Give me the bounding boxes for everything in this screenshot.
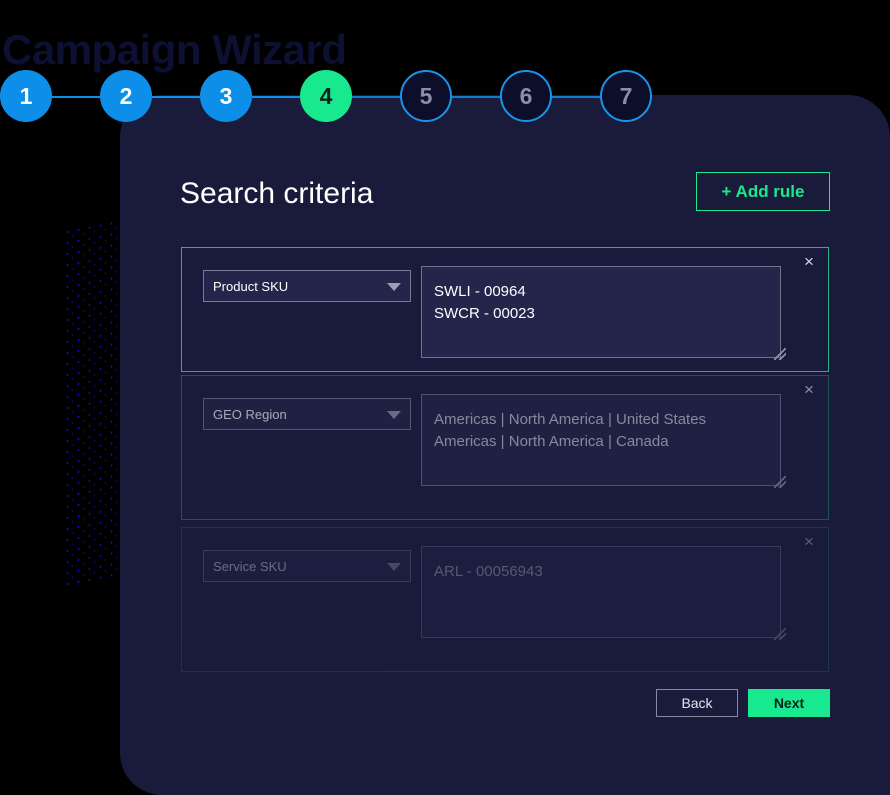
rule-field-select-label: Service SKU (213, 558, 287, 574)
rule-field-select[interactable]: Product SKU (203, 270, 411, 302)
stepper-connector (452, 96, 500, 98)
rule-row: Product SKU SWLI - 00964 SWCR - 00023 × (181, 247, 829, 372)
stepper-connector (252, 96, 300, 98)
remove-rule-button[interactable]: × (798, 531, 820, 553)
panel-header: Search criteria + Add rule (180, 172, 830, 228)
rule-row: GEO Region Americas | North America | Un… (181, 375, 829, 520)
stepper-step-2[interactable]: 2 (100, 70, 152, 122)
chevron-down-icon (387, 411, 401, 419)
back-button[interactable]: Back (656, 689, 738, 717)
remove-rule-button[interactable]: × (798, 379, 820, 401)
stepper-connector (152, 96, 200, 98)
stepper-step-1[interactable]: 1 (0, 70, 52, 122)
stepper-step-3[interactable]: 3 (200, 70, 252, 122)
chevron-down-icon (387, 283, 401, 291)
rule-field-select[interactable]: Service SKU (203, 550, 411, 582)
footer-actions: Back Next (640, 689, 830, 717)
rule-values-textarea[interactable]: ARL - 00056943 (421, 546, 781, 638)
rule-row: Service SKU ARL - 00056943 × (181, 527, 829, 672)
stepper-step-label: 4 (319, 82, 333, 109)
rule-field-select[interactable]: GEO Region (203, 398, 411, 430)
stepper-connector (352, 96, 400, 98)
rule-values-textarea[interactable]: SWLI - 00964 SWCR - 00023 (421, 266, 781, 358)
rule-values-textarea[interactable]: Americas | North America | United States… (421, 394, 781, 486)
stepper-connector (52, 96, 100, 98)
stepper-step-6[interactable]: 6 (500, 70, 552, 122)
stepper-step-5[interactable]: 5 (400, 70, 452, 122)
stepper-step-7[interactable]: 7 (600, 70, 652, 122)
stepper-step-label: 6 (519, 82, 533, 109)
stepper-step-label: 3 (219, 82, 233, 109)
section-title: Search criteria (180, 177, 374, 210)
stepper-step-label: 5 (419, 82, 433, 109)
chevron-down-icon (387, 563, 401, 571)
next-button[interactable]: Next (748, 689, 830, 717)
rule-field-select-label: Product SKU (213, 278, 289, 294)
add-rule-button[interactable]: + Add rule (696, 172, 830, 211)
stepper-step-label: 1 (19, 82, 33, 109)
stepper-step-4[interactable]: 4 (300, 70, 352, 122)
remove-rule-button[interactable]: × (798, 251, 820, 273)
page-title: Campaign Wizard (2, 26, 347, 74)
stepper-connector (552, 96, 600, 98)
wizard-stepper: 1 2 3 4 5 6 7 (0, 70, 890, 124)
stepper-step-label: 2 (119, 82, 133, 109)
rule-field-select-label: GEO Region (213, 406, 287, 422)
stepper-step-label: 7 (619, 82, 633, 109)
